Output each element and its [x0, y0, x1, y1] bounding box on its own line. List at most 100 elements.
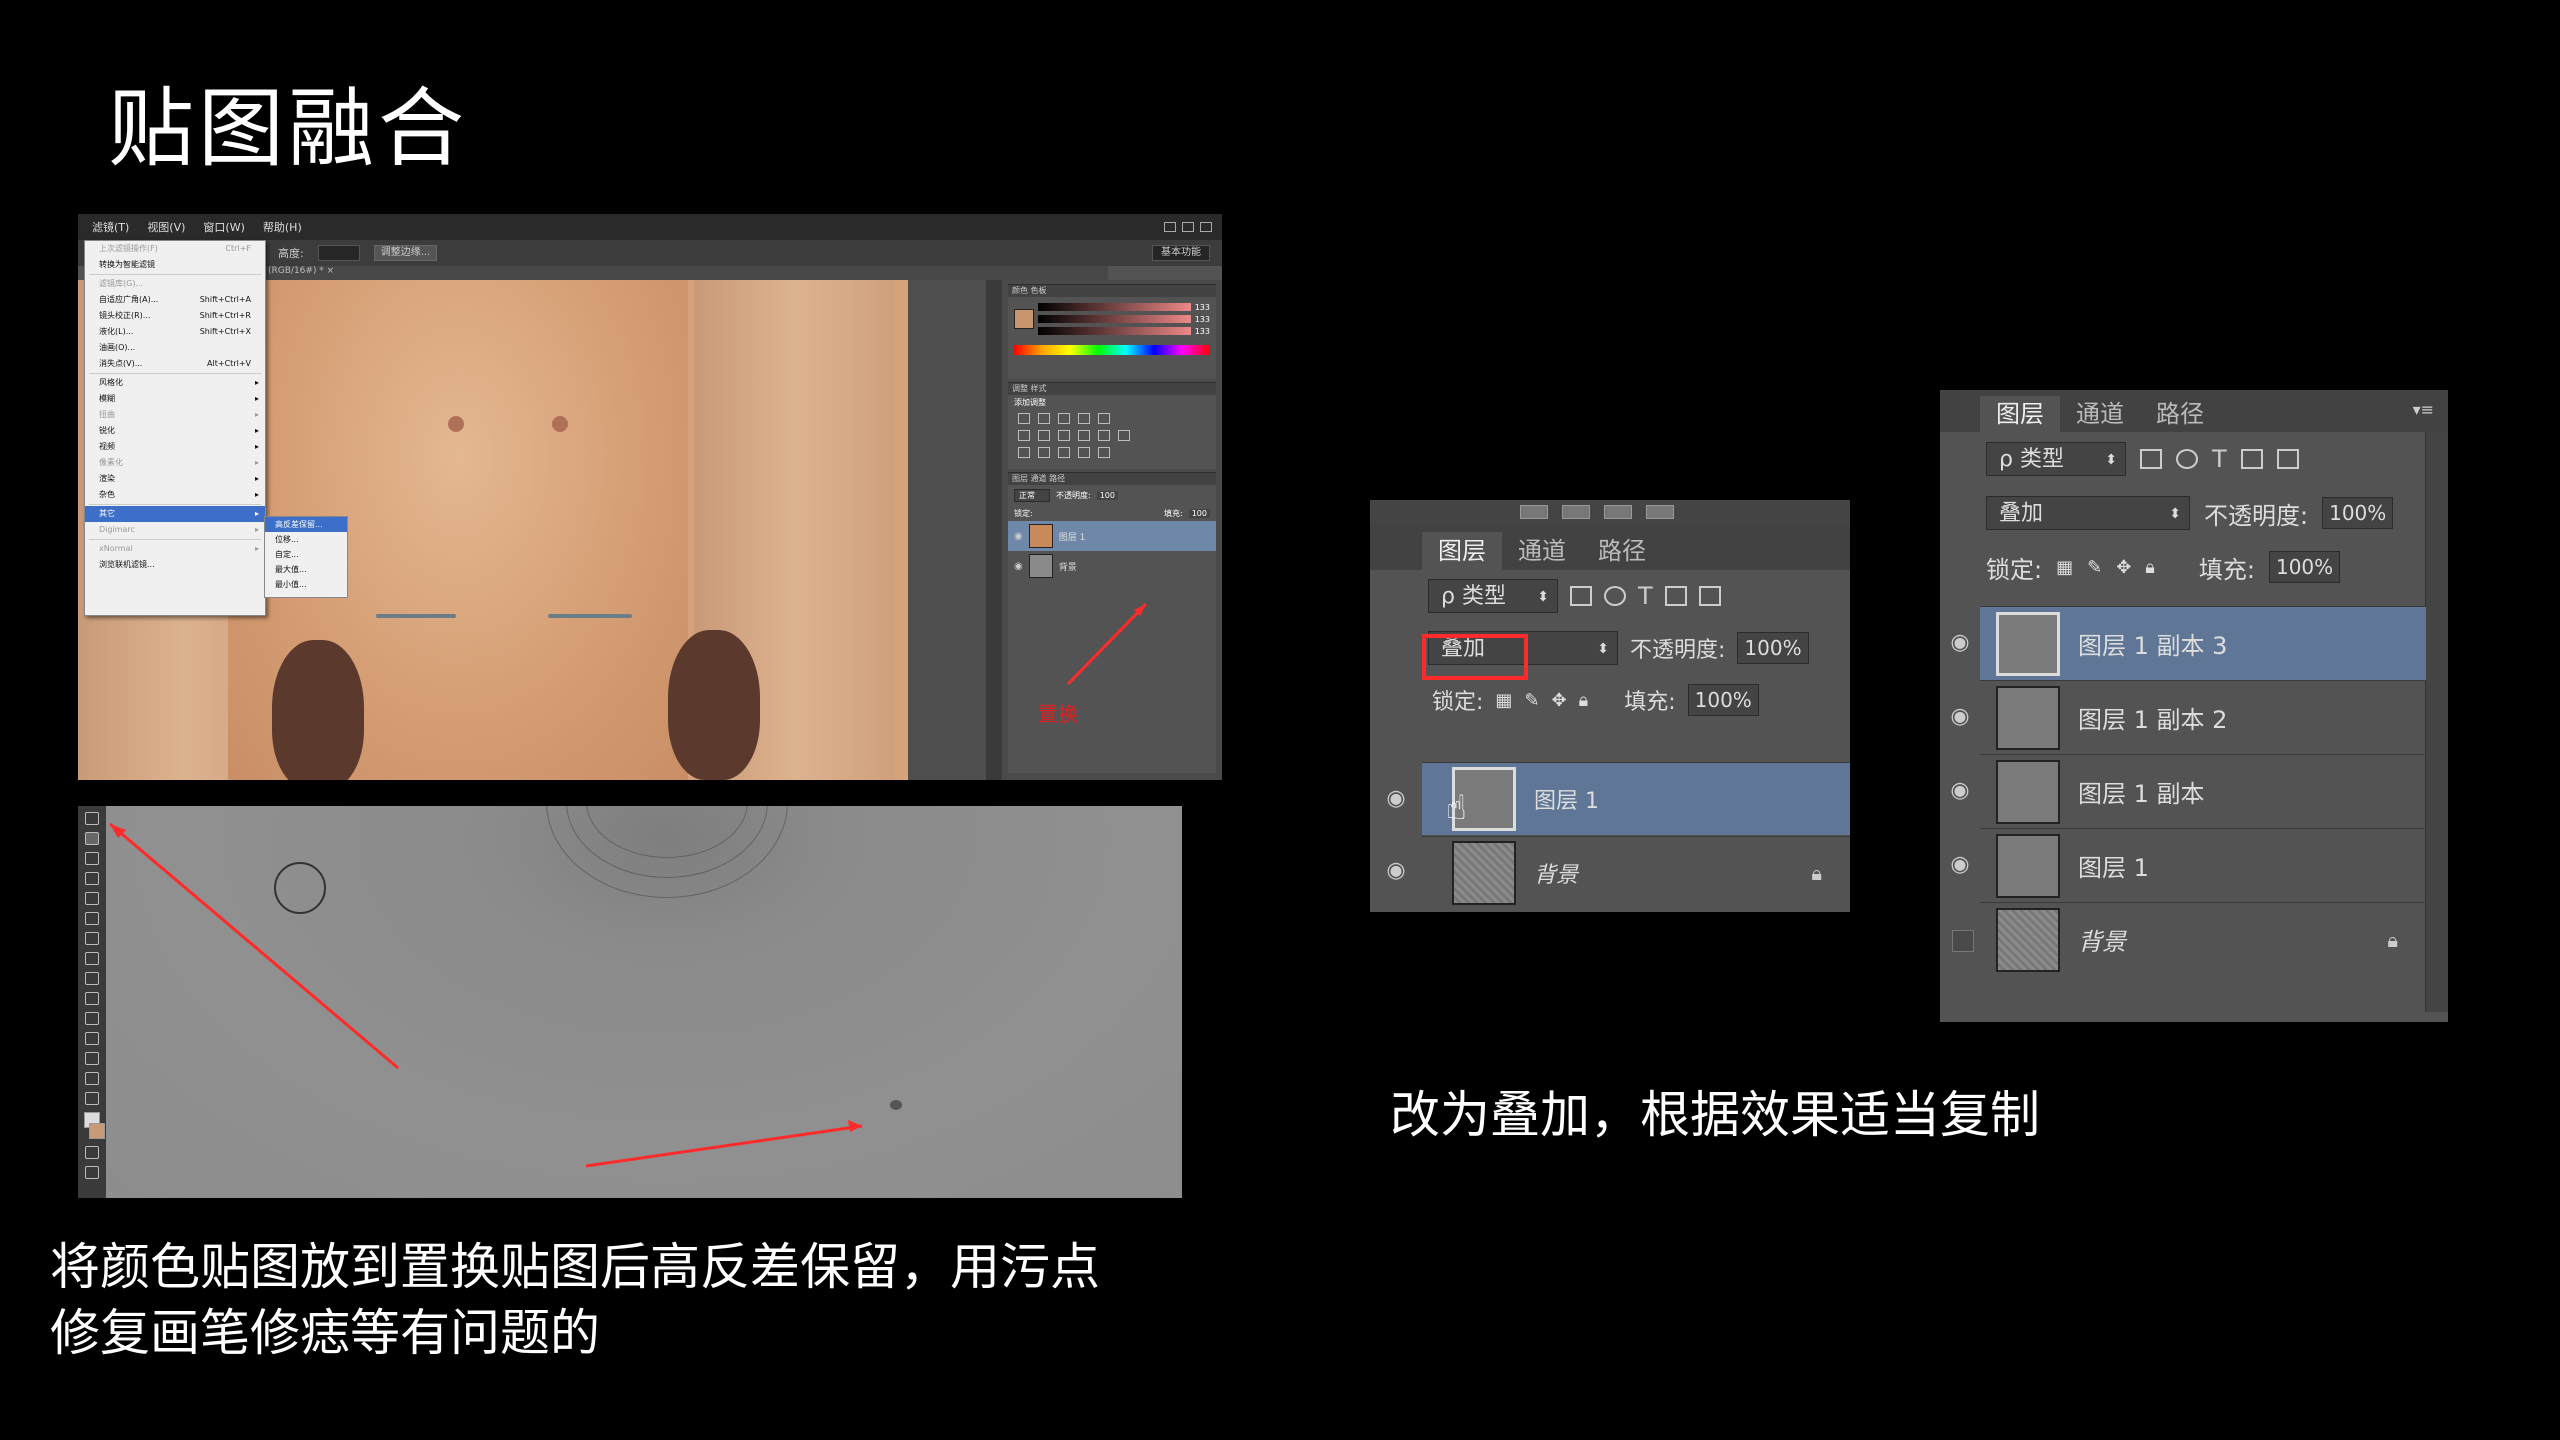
panel-menu-icon[interactable]: ▾≡ [2413, 400, 2434, 419]
lock-transparent-icon[interactable]: ▦ [1495, 690, 1512, 711]
layer-row[interactable]: 图层 1 副本 2 [1980, 680, 2426, 754]
adjustment-filter-icon[interactable] [1604, 586, 1626, 606]
layer-thumbnail [1452, 841, 1516, 905]
panel-tabs: 图层 通道 路径 [1940, 390, 2448, 432]
caption-left-line2: 修复画笔修痣等有问题的 [50, 1304, 600, 1362]
eye-icon[interactable]: ◉ [1940, 704, 1980, 729]
blend-row: 叠加 ⬍ 不透明度: 100% [1940, 486, 2448, 540]
tool-icon[interactable] [1646, 505, 1674, 519]
eye-icon[interactable]: ◉ [1940, 852, 1980, 877]
chevron-icon: ⬍ [2169, 506, 2181, 522]
chevron-icon: ⬍ [1597, 641, 1609, 657]
panel-tabs: 图层 通道 路径 [1370, 524, 1850, 570]
lock-transparent-icon[interactable]: ▦ [2056, 557, 2073, 578]
blend-mode-label: 叠加 [1999, 501, 2044, 526]
chevron-icon: ⬍ [1537, 589, 1549, 605]
lock-icon: 🔒︎ [1811, 861, 1822, 885]
lock-paint-icon[interactable]: ✎ [2087, 557, 2102, 578]
opacity-label: 不透明度: [2204, 501, 2309, 530]
lock-label: 锁定: [1986, 555, 2043, 584]
arrow-head [848, 1120, 862, 1132]
slide-title: 贴图融合 [108, 79, 468, 179]
highlight-box [1422, 634, 1528, 680]
blend-mode-panel-screenshot: 图层 通道 路径 ρ 类型 ⬍ T 叠加 ⬍ 不透明度: 100% 锁定: ▦ ✎ … [1370, 500, 1850, 912]
lock-row: 锁定: ▦ ✎ ✥ 🔒︎ 填充: 100% [1370, 674, 1850, 726]
kind-filter-select[interactable]: ρ 类型 ⬍ [1428, 579, 1558, 613]
tool-strip [1370, 500, 1850, 524]
annotation-arrows [109, 822, 863, 1168]
eye-icon[interactable]: ◉ [1370, 858, 1422, 883]
fill-field[interactable]: 100% [2268, 551, 2341, 583]
fill-label: 填充: [1624, 690, 1676, 715]
caption-left: 将颜色贴图放到置换贴图后高反差保留，用污点 修复画笔修痣等有问题的 [50, 1234, 1100, 1366]
tab-layers[interactable]: 图层 [1422, 532, 1502, 570]
layer-name[interactable]: 背景 [1534, 857, 1578, 889]
layer-row[interactable]: 图层 1 [1980, 828, 2426, 902]
image-filter-icon[interactable] [1570, 586, 1592, 606]
layer-name[interactable]: 图层 1 副本 3 [2078, 626, 2227, 661]
layer-row[interactable]: 图层 1 [1422, 762, 1850, 835]
shape-filter-icon[interactable] [2240, 449, 2263, 469]
blend-mode-select[interactable]: 叠加 ⬍ [1986, 496, 2190, 530]
tab-channels[interactable]: 通道 [1502, 532, 1582, 570]
tool-icon[interactable] [1604, 505, 1632, 519]
pointer-cursor-icon: ☝ [1446, 788, 1467, 828]
lock-paint-icon[interactable]: ✎ [1524, 690, 1539, 711]
kind-filter-label: ρ 类型 [1441, 584, 1506, 609]
arrow-to-spot [585, 1124, 863, 1168]
tab-paths[interactable]: 路径 [1582, 532, 1662, 570]
layer-row[interactable]: 背景 🔒︎ [1422, 836, 1850, 909]
layer-name[interactable]: 背景 [2078, 922, 2126, 957]
text-filter-icon[interactable]: T [2212, 445, 2227, 473]
shape-filter-icon[interactable] [1664, 586, 1687, 606]
eye-icon[interactable]: ◉ [1370, 786, 1422, 811]
kind-filter-label: ρ 类型 [1999, 447, 2064, 472]
fill-field[interactable]: 100% [1687, 684, 1759, 716]
chevron-icon: ⬍ [2105, 452, 2117, 468]
lock-row: 锁定: ▦ ✎ ✥ 🔒︎ 填充: 100% [1940, 540, 2448, 594]
opacity-field[interactable]: 100% [1737, 632, 1809, 664]
tab-paths[interactable]: 路径 [2140, 396, 2220, 432]
caption-right: 改为叠加，根据效果适当复制 [1390, 1086, 2040, 1144]
visibility-checkbox[interactable] [1952, 930, 1974, 952]
opacity-field[interactable]: 100% [2322, 497, 2394, 529]
lock-all-icon[interactable]: 🔒︎ [1579, 690, 1589, 711]
filter-row: ρ 类型 ⬍ T [1370, 570, 1850, 622]
layer-thumbnail [1996, 611, 2060, 676]
tab-channels[interactable]: 通道 [2060, 396, 2140, 432]
vertical-scrollbar[interactable] [2425, 432, 2448, 1012]
layer-thumbnail [1996, 685, 2060, 750]
eye-icon[interactable]: ◉ [1940, 778, 1980, 803]
layer-row[interactable]: 背景 🔒︎ [1980, 902, 2426, 976]
layer-name[interactable]: 图层 1 副本 2 [2078, 700, 2227, 735]
tab-layers[interactable]: 图层 [1980, 396, 2060, 432]
annotation-arrow [1066, 602, 1148, 686]
arrow-line [1066, 602, 1148, 686]
layer-row[interactable]: 图层 1 副本 3 [1980, 606, 2426, 680]
text-filter-icon[interactable]: T [1638, 582, 1653, 610]
lock-move-icon[interactable]: ✥ [1552, 690, 1567, 711]
fill-label: 填充: [2198, 555, 2255, 584]
adjustment-filter-icon[interactable] [2176, 449, 2198, 469]
layer-thumbnail [1996, 907, 2060, 972]
opacity-label: 不透明度: [1630, 638, 1726, 663]
smart-object-filter-icon[interactable] [1698, 586, 1721, 606]
eye-icon[interactable]: ◉ [1940, 630, 1980, 655]
image-filter-icon[interactable] [2140, 449, 2162, 469]
lock-move-icon[interactable]: ✥ [2116, 557, 2131, 578]
high-pass-canvas-screenshot [78, 806, 1182, 1198]
tool-icon[interactable] [1562, 505, 1590, 519]
layer-row[interactable]: 图层 1 副本 [1980, 754, 2426, 828]
layer-thumbnail [1996, 759, 2060, 824]
layer-name[interactable]: 图层 1 副本 [2078, 774, 2205, 809]
caption-left-line1: 将颜色贴图放到置换贴图后高反差保留，用污点 [50, 1238, 1100, 1296]
filter-row: ρ 类型 ⬍ T [1940, 432, 2448, 486]
layer-name[interactable]: 图层 1 [2078, 848, 2149, 883]
lock-label: 锁定: [1432, 690, 1484, 715]
smart-object-filter-icon[interactable] [2276, 449, 2299, 469]
lock-all-icon[interactable]: 🔒︎ [2145, 557, 2155, 578]
layers-stack-screenshot: 图层 通道 路径 ▾≡ ρ 类型 ⬍ T 叠加 ⬍ 不透明度: 100% 锁定: ▦… [1940, 390, 2448, 1022]
kind-filter-select[interactable]: ρ 类型 ⬍ [1986, 442, 2126, 476]
tool-icon[interactable] [1520, 505, 1548, 519]
layer-name[interactable]: 图层 1 [1534, 783, 1599, 815]
